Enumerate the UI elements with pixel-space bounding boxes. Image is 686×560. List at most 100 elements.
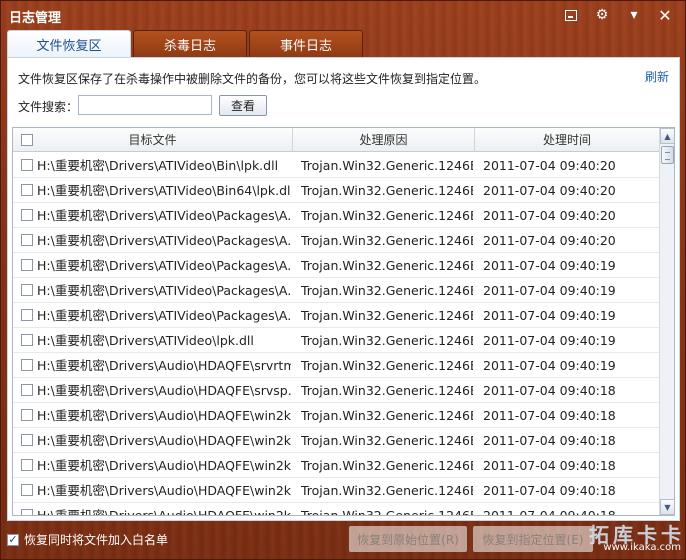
close-icon[interactable]: ✕ (655, 5, 675, 25)
row-file-path: H:\重要机密\Drivers\ATIVideo\Packages\A... (37, 233, 291, 248)
row-checkbox[interactable] (21, 359, 33, 371)
site-watermark: 拓库卡卡 www.ikaka.com (561, 519, 685, 559)
row-file-path: H:\重要机密\Drivers\ATIVideo\Bin64\lpk.dll (37, 183, 291, 198)
column-header-time[interactable]: 处理时间 (475, 128, 659, 152)
window-title: 日志管理 (9, 11, 62, 26)
column-label-target-file: 目标文件 (128, 133, 177, 147)
row-reason: Trojan.Win32.Generic.1246E... (301, 208, 473, 223)
minimize-to-tray-icon[interactable] (561, 5, 581, 25)
row-file-path: H:\重要机密\Drivers\Audio\HDAQFE\win2k... (37, 508, 291, 516)
whitelist-option[interactable]: ✓ 恢复同时将文件加入白名单 (7, 531, 168, 548)
row-checkbox[interactable] (21, 459, 33, 471)
row-time: 2011-07-04 09:40:19 (483, 358, 616, 373)
table-row[interactable]: H:\重要机密\Drivers\ATIVideo\Packages\A... T… (13, 228, 659, 253)
row-checkbox[interactable] (21, 384, 33, 396)
tab-event-log[interactable]: 事件日志 (249, 30, 363, 57)
row-file-path: H:\重要机密\Drivers\Audio\HDAQFE\win2k... (37, 483, 291, 498)
row-file-path: H:\重要机密\Drivers\Audio\HDAQFE\srvsp... (37, 383, 291, 398)
row-checkbox[interactable] (21, 334, 33, 346)
table-row[interactable]: H:\重要机密\Drivers\Audio\HDAQFE\win2k... Tr… (13, 428, 659, 453)
column-header-target-file[interactable]: 目标文件 (13, 128, 293, 152)
row-checkbox[interactable] (21, 234, 33, 246)
tab-file-recovery[interactable]: 文件恢复区 (7, 30, 131, 58)
select-all-checkbox[interactable] (21, 134, 33, 146)
row-file-path: H:\重要机密\Drivers\Audio\HDAQFE\srvrtm... (37, 358, 291, 373)
table-row[interactable]: H:\重要机密\Drivers\ATIVideo\Packages\A... T… (13, 253, 659, 278)
row-file-path: H:\重要机密\Drivers\Audio\HDAQFE\win2k... (37, 433, 291, 448)
table-row[interactable]: H:\重要机密\Drivers\Audio\HDAQFE\srvrtm... T… (13, 353, 659, 378)
settings-gear-icon[interactable]: ⚙ (592, 5, 612, 25)
restore-original-location-button[interactable]: 恢复到原始位置(R) (349, 526, 467, 552)
row-checkbox[interactable] (21, 509, 33, 515)
dropdown-menu-icon[interactable]: ▾ (624, 5, 644, 25)
row-reason: Trojan.Win32.Generic.1246E... (301, 358, 473, 373)
quarantine-table: 目标文件 处理原因 处理时间 H:\重要机密\Drivers\ATIVideo\… (12, 127, 675, 516)
table-body: H:\重要机密\Drivers\ATIVideo\Bin\lpk.dll Tro… (13, 153, 659, 516)
row-checkbox[interactable] (21, 259, 33, 271)
table-row[interactable]: H:\重要机密\Drivers\ATIVideo\Bin\lpk.dll Tro… (13, 153, 659, 178)
row-time: 2011-07-04 09:40:18 (483, 508, 616, 516)
row-file-path: H:\重要机密\Drivers\ATIVideo\Bin\lpk.dll (37, 158, 279, 173)
table-row[interactable]: H:\重要机密\Drivers\ATIVideo\Packages\A... T… (13, 278, 659, 303)
panel-description: 文件恢复区保存了在杀毒操作中被删除文件的备份，您可以将这些文件恢复到指定位置。 (18, 72, 487, 86)
table-row[interactable]: H:\重要机密\Drivers\Audio\HDAQFE\srvsp... Tr… (13, 378, 659, 403)
whitelist-checkbox-checked-icon[interactable]: ✓ (7, 533, 19, 546)
row-file-path: H:\重要机密\Drivers\Audio\HDAQFE\win2k... (37, 458, 291, 473)
row-file-path: H:\重要机密\Drivers\ATIVideo\Packages\A... (37, 208, 291, 223)
table-row[interactable]: H:\重要机密\Drivers\ATIVideo\Packages\A... T… (13, 203, 659, 228)
row-file-path: H:\重要机密\Drivers\ATIVideo\Packages\A... (37, 283, 291, 298)
row-reason: Trojan.Win32.Generic.1246E... (301, 433, 473, 448)
row-reason: Trojan.Win32.Generic.1246E... (301, 383, 473, 398)
row-checkbox[interactable] (21, 309, 33, 321)
row-reason: Trojan.Win32.Generic.1246E... (301, 483, 473, 498)
scroll-down-arrow-icon[interactable]: ▼ (660, 499, 674, 515)
tab-antivirus-log[interactable]: 杀毒日志 (133, 30, 247, 57)
table-header: 目标文件 处理原因 处理时间 (13, 128, 659, 152)
table-row[interactable]: H:\重要机密\Drivers\Audio\HDAQFE\win2k... Tr… (13, 403, 659, 428)
row-checkbox[interactable] (21, 484, 33, 496)
row-time: 2011-07-04 09:40:20 (483, 183, 616, 198)
row-checkbox[interactable] (21, 284, 33, 296)
vertical-scrollbar[interactable]: ▲ ▼ (659, 128, 674, 515)
row-time: 2011-07-04 09:40:18 (483, 458, 616, 473)
column-label-reason: 处理原因 (359, 133, 408, 147)
row-time: 2011-07-04 09:40:20 (483, 208, 616, 223)
row-time: 2011-07-04 09:40:19 (483, 258, 616, 273)
watermark-url: www.ikaka.com (603, 542, 681, 553)
row-time: 2011-07-04 09:40:19 (483, 283, 616, 298)
row-time: 2011-07-04 09:40:20 (483, 158, 616, 173)
row-file-path: H:\重要机密\Drivers\ATIVideo\Packages\A... (37, 308, 291, 323)
search-label: 文件搜索： (18, 100, 79, 114)
refresh-link[interactable]: 刷新 (645, 68, 669, 85)
row-reason: Trojan.Win32.Generic.1246E... (301, 458, 473, 473)
table-row[interactable]: H:\重要机密\Drivers\Audio\HDAQFE\win2k... Tr… (13, 478, 659, 503)
table-row[interactable]: H:\重要机密\Drivers\Audio\HDAQFE\win2k... Tr… (13, 453, 659, 478)
row-reason: Trojan.Win32.Generic.1246E... (301, 258, 473, 273)
row-time: 2011-07-04 09:40:20 (483, 233, 616, 248)
row-reason: Trojan.Win32.Generic.1246E... (301, 408, 473, 423)
file-recovery-panel: 文件恢复区保存了在杀毒操作中被删除文件的备份，您可以将这些文件恢复到指定位置。 … (7, 57, 680, 521)
scroll-up-arrow-icon[interactable]: ▲ (660, 128, 674, 144)
column-header-reason[interactable]: 处理原因 (293, 128, 475, 152)
row-time: 2011-07-04 09:40:19 (483, 333, 616, 348)
scroll-thumb[interactable] (661, 146, 674, 164)
row-time: 2011-07-04 09:40:19 (483, 308, 616, 323)
row-reason: Trojan.Win32.Generic.1246E... (301, 158, 473, 173)
table-row[interactable]: H:\重要机密\Drivers\Audio\HDAQFE\win2k... Tr… (13, 503, 659, 516)
table-row[interactable]: H:\重要机密\Drivers\ATIVideo\lpk.dll Trojan.… (13, 328, 659, 353)
row-checkbox[interactable] (21, 434, 33, 446)
row-reason: Trojan.Win32.Generic.1246E... (301, 233, 473, 248)
table-row[interactable]: H:\重要机密\Drivers\ATIVideo\Packages\A... T… (13, 303, 659, 328)
table-row[interactable]: H:\重要机密\Drivers\ATIVideo\Bin64\lpk.dll T… (13, 178, 659, 203)
title-bar: 日志管理 ⚙ ▾ ✕ (1, 1, 685, 29)
row-checkbox[interactable] (21, 159, 33, 171)
file-search-input[interactable] (78, 95, 212, 115)
whitelist-label: 恢复同时将文件加入白名单 (24, 533, 169, 547)
row-checkbox[interactable] (21, 409, 33, 421)
row-time: 2011-07-04 09:40:18 (483, 383, 616, 398)
row-checkbox[interactable] (21, 184, 33, 196)
log-management-window: 日志管理 ⚙ ▾ ✕ 文件恢复区 杀毒日志 事件日志 文件恢复区保存了在杀毒操作… (0, 0, 686, 560)
view-button[interactable]: 查看 (219, 95, 267, 116)
row-checkbox[interactable] (21, 209, 33, 221)
row-file-path: H:\重要机密\Drivers\ATIVideo\lpk.dll (37, 333, 254, 348)
